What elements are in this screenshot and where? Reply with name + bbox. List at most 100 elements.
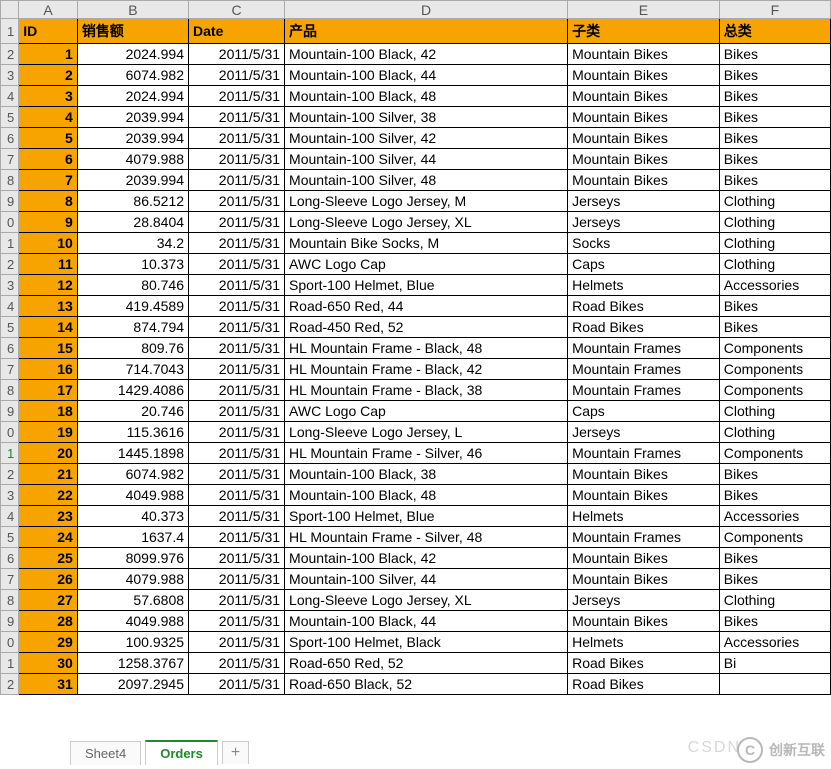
cell-sales[interactable]: 714.7043 xyxy=(77,359,188,380)
cell-date[interactable]: 2011/5/31 xyxy=(189,401,285,422)
cell-sales[interactable]: 100.9325 xyxy=(77,632,188,653)
cell-subcategory[interactable]: Mountain Bikes xyxy=(568,65,720,86)
cell-subcategory[interactable]: Road Bikes xyxy=(568,653,720,674)
cell-date[interactable]: 2011/5/31 xyxy=(189,212,285,233)
cell-category[interactable] xyxy=(719,674,830,695)
select-all-corner[interactable] xyxy=(1,1,19,19)
cell-sales[interactable]: 1258.3767 xyxy=(77,653,188,674)
row-number[interactable]: 2 xyxy=(1,254,19,275)
row-number[interactable]: 3 xyxy=(1,485,19,506)
cell-date[interactable]: 2011/5/31 xyxy=(189,275,285,296)
cell-sales[interactable]: 2097.2945 xyxy=(77,674,188,695)
cell-date[interactable]: 2011/5/31 xyxy=(189,569,285,590)
cell-date[interactable]: 2011/5/31 xyxy=(189,527,285,548)
cell-sales[interactable]: 6074.982 xyxy=(77,65,188,86)
cell-subcategory[interactable]: Mountain Bikes xyxy=(568,485,720,506)
cell-product[interactable]: Road-650 Red, 44 xyxy=(285,296,568,317)
cell-category[interactable]: Components xyxy=(719,359,830,380)
cell-date[interactable]: 2011/5/31 xyxy=(189,611,285,632)
header-subcategory[interactable]: 子类 xyxy=(568,19,720,44)
cell-category[interactable]: Bikes xyxy=(719,317,830,338)
cell-date[interactable]: 2011/5/31 xyxy=(189,359,285,380)
cell-product[interactable]: Long-Sleeve Logo Jersey, M xyxy=(285,191,568,212)
cell-sales[interactable]: 115.3616 xyxy=(77,422,188,443)
cell-sales[interactable]: 2024.994 xyxy=(77,44,188,65)
cell-id[interactable]: 18 xyxy=(19,401,78,422)
cell-sales[interactable]: 57.6808 xyxy=(77,590,188,611)
cell-date[interactable]: 2011/5/31 xyxy=(189,485,285,506)
cell-subcategory[interactable]: Mountain Bikes xyxy=(568,149,720,170)
cell-category[interactable]: Bikes xyxy=(719,107,830,128)
cell-subcategory[interactable]: Socks xyxy=(568,233,720,254)
cell-sales[interactable]: 4079.988 xyxy=(77,149,188,170)
cell-date[interactable]: 2011/5/31 xyxy=(189,317,285,338)
cell-subcategory[interactable]: Mountain Frames xyxy=(568,527,720,548)
cell-id[interactable]: 28 xyxy=(19,611,78,632)
cell-category[interactable]: Components xyxy=(719,338,830,359)
col-header-d[interactable]: D xyxy=(285,1,568,19)
cell-product[interactable]: Long-Sleeve Logo Jersey, XL xyxy=(285,212,568,233)
cell-id[interactable]: 21 xyxy=(19,464,78,485)
cell-id[interactable]: 1 xyxy=(19,44,78,65)
cell-date[interactable]: 2011/5/31 xyxy=(189,107,285,128)
cell-product[interactable]: Mountain-100 Black, 44 xyxy=(285,611,568,632)
cell-subcategory[interactable]: Jerseys xyxy=(568,590,720,611)
cell-id[interactable]: 27 xyxy=(19,590,78,611)
spreadsheet-grid[interactable]: A B C D E F 1 ID 销售额 Date 产品 子类 总类 21202… xyxy=(0,0,831,695)
cell-id[interactable]: 10 xyxy=(19,233,78,254)
cell-date[interactable]: 2011/5/31 xyxy=(189,44,285,65)
cell-id[interactable]: 3 xyxy=(19,86,78,107)
cell-sales[interactable]: 20.746 xyxy=(77,401,188,422)
cell-sales[interactable]: 2039.994 xyxy=(77,128,188,149)
cell-product[interactable]: Mountain-100 Silver, 48 xyxy=(285,170,568,191)
cell-subcategory[interactable]: Mountain Bikes xyxy=(568,107,720,128)
cell-category[interactable]: Accessories xyxy=(719,506,830,527)
cell-product[interactable]: Mountain-100 Black, 42 xyxy=(285,548,568,569)
cell-product[interactable]: Mountain-100 Silver, 44 xyxy=(285,149,568,170)
cell-sales[interactable]: 80.746 xyxy=(77,275,188,296)
cell-id[interactable]: 5 xyxy=(19,128,78,149)
cell-category[interactable]: Components xyxy=(719,527,830,548)
cell-id[interactable]: 19 xyxy=(19,422,78,443)
cell-category[interactable]: Clothing xyxy=(719,254,830,275)
row-number[interactable]: 8 xyxy=(1,590,19,611)
cell-date[interactable]: 2011/5/31 xyxy=(189,653,285,674)
cell-id[interactable]: 26 xyxy=(19,569,78,590)
row-number[interactable]: 9 xyxy=(1,611,19,632)
row-number[interactable]: 4 xyxy=(1,506,19,527)
cell-id[interactable]: 14 xyxy=(19,317,78,338)
cell-sales[interactable]: 40.373 xyxy=(77,506,188,527)
cell-sales[interactable]: 419.4589 xyxy=(77,296,188,317)
cell-subcategory[interactable]: Mountain Bikes xyxy=(568,548,720,569)
cell-product[interactable]: Mountain-100 Black, 44 xyxy=(285,65,568,86)
row-number[interactable]: 1 xyxy=(1,443,19,464)
cell-category[interactable]: Clothing xyxy=(719,233,830,254)
cell-date[interactable]: 2011/5/31 xyxy=(189,338,285,359)
cell-id[interactable]: 2 xyxy=(19,65,78,86)
cell-category[interactable]: Clothing xyxy=(719,590,830,611)
cell-id[interactable]: 13 xyxy=(19,296,78,317)
cell-date[interactable]: 2011/5/31 xyxy=(189,149,285,170)
cell-category[interactable]: Clothing xyxy=(719,191,830,212)
cell-subcategory[interactable]: Mountain Bikes xyxy=(568,569,720,590)
cell-category[interactable]: Bi xyxy=(719,653,830,674)
cell-category[interactable]: Clothing xyxy=(719,212,830,233)
cell-subcategory[interactable]: Mountain Bikes xyxy=(568,464,720,485)
row-number[interactable]: 4 xyxy=(1,86,19,107)
row-number[interactable]: 4 xyxy=(1,296,19,317)
cell-id[interactable]: 4 xyxy=(19,107,78,128)
row-number[interactable]: 0 xyxy=(1,632,19,653)
cell-date[interactable]: 2011/5/31 xyxy=(189,296,285,317)
cell-sales[interactable]: 809.76 xyxy=(77,338,188,359)
cell-sales[interactable]: 86.5212 xyxy=(77,191,188,212)
header-id[interactable]: ID xyxy=(19,19,78,44)
cell-product[interactable]: Mountain-100 Silver, 42 xyxy=(285,128,568,149)
cell-subcategory[interactable]: Jerseys xyxy=(568,422,720,443)
cell-category[interactable]: Clothing xyxy=(719,422,830,443)
cell-product[interactable]: Mountain Bike Socks, M xyxy=(285,233,568,254)
cell-date[interactable]: 2011/5/31 xyxy=(189,632,285,653)
col-header-f[interactable]: F xyxy=(719,1,830,19)
cell-product[interactable]: AWC Logo Cap xyxy=(285,401,568,422)
row-number[interactable]: 0 xyxy=(1,422,19,443)
row-number[interactable]: 5 xyxy=(1,317,19,338)
